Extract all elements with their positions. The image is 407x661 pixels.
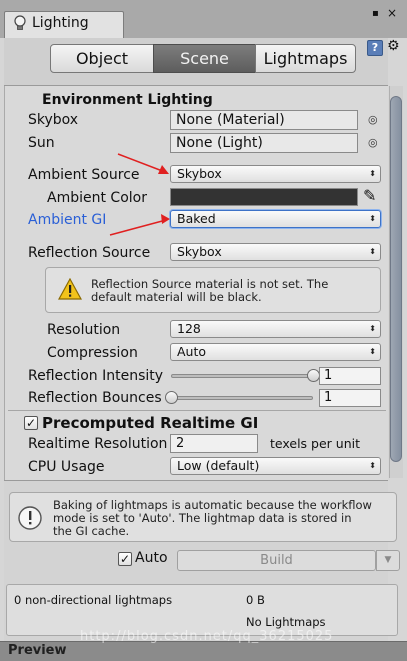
watermark-text: http://blog.csdn.net/qq_36215025 (80, 629, 334, 644)
gear-icon[interactable]: ⚙ (387, 38, 400, 54)
build-dropdown-arrow-icon[interactable]: ▼ (376, 550, 400, 571)
ambient-color-swatch[interactable] (170, 188, 358, 206)
warning-text-line-2: default material will be black. (91, 290, 262, 304)
reflection-intensity-slider[interactable] (171, 374, 313, 378)
reflection-bounces-field[interactable]: 1 (319, 389, 381, 407)
ambient-gi-dropdown[interactable]: Baked ⬍ (170, 210, 381, 228)
window-menu-icon[interactable]: ▪ (372, 8, 379, 20)
info-icon (18, 506, 42, 530)
ambient-gi-value: Baked (177, 211, 216, 226)
lightmap-count: 0 non-directional lightmaps (14, 593, 173, 607)
dropdown-arrow-icon: ⬍ (369, 247, 376, 256)
lightbulb-icon (14, 15, 26, 30)
ambient-source-value: Skybox (177, 166, 222, 181)
sun-field[interactable]: None (Light) (170, 133, 358, 153)
cpu-usage-label: CPU Usage (28, 459, 105, 475)
dropdown-arrow-icon: ⬍ (369, 324, 376, 333)
precomputed-gi-checkbox[interactable]: ✓ (24, 416, 38, 430)
resolution-value: 128 (177, 321, 201, 336)
sun-label: Sun (28, 135, 55, 151)
reflection-source-value: Skybox (177, 244, 222, 259)
ambient-source-label: Ambient Source (28, 167, 140, 183)
tab-lightmaps[interactable]: Lightmaps (255, 44, 356, 73)
scrollbar-thumb[interactable] (390, 96, 402, 462)
ambient-gi-label: Ambient GI (28, 212, 107, 228)
eyedropper-icon[interactable]: ✎ (363, 187, 376, 205)
resolution-dropdown[interactable]: 128 ⬍ (170, 320, 381, 338)
lightmap-size: 0 B (246, 593, 265, 607)
skybox-field[interactable]: None (Material) (170, 110, 358, 130)
close-icon[interactable]: × (387, 7, 397, 19)
info-text-line-3: the GI cache. (53, 524, 130, 538)
compression-value: Auto (177, 344, 207, 359)
ambient-source-dropdown[interactable]: Skybox ⬍ (170, 165, 381, 183)
reflection-bounces-label: Reflection Bounces (28, 390, 162, 406)
dropdown-arrow-icon: ⬍ (369, 214, 376, 223)
build-button[interactable]: Build (177, 550, 376, 571)
reflection-bounces-slider-knob[interactable] (164, 391, 178, 404)
auto-label: Auto (135, 550, 168, 566)
ambient-color-label: Ambient Color (47, 190, 147, 206)
preview-label: Preview (8, 643, 67, 658)
section-title-precomputed: Precomputed Realtime GI (42, 414, 259, 432)
realtime-resolution-unit: texels per unit (270, 436, 360, 451)
reflection-bounces-slider[interactable] (171, 396, 313, 400)
compression-dropdown[interactable]: Auto ⬍ (170, 343, 381, 361)
cpu-usage-value: Low (default) (177, 458, 260, 473)
reflection-intensity-label: Reflection Intensity (28, 368, 164, 384)
reflection-source-dropdown[interactable]: Skybox ⬍ (170, 243, 381, 261)
dropdown-arrow-icon: ⬍ (369, 169, 376, 178)
resolution-label: Resolution (47, 322, 121, 338)
skybox-label: Skybox (28, 112, 79, 128)
realtime-resolution-label: Realtime Resolution (28, 436, 168, 452)
section-divider (8, 410, 386, 411)
tab-title: Lighting (32, 15, 89, 31)
warning-icon (58, 278, 82, 300)
dropdown-arrow-icon: ⬍ (369, 461, 376, 470)
dropdown-arrow-icon: ⬍ (369, 347, 376, 356)
reflection-intensity-slider-knob[interactable] (306, 369, 320, 382)
help-book-icon[interactable]: ? (367, 40, 383, 56)
object-picker-icon[interactable]: ◎ (368, 114, 378, 126)
reflection-intensity-field[interactable]: 1 (319, 367, 381, 385)
section-title-environment: Environment Lighting (42, 92, 213, 108)
lightmap-status: No Lightmaps (246, 615, 326, 629)
object-picker-icon[interactable]: ◎ (368, 137, 378, 149)
reflection-source-label: Reflection Source (28, 245, 151, 261)
tab-object[interactable]: Object (50, 44, 154, 73)
realtime-resolution-field[interactable]: 2 (170, 434, 258, 453)
tab-scene[interactable]: Scene (153, 44, 256, 73)
auto-checkbox[interactable]: ✓ (118, 552, 132, 566)
compression-label: Compression (47, 345, 138, 361)
cpu-usage-dropdown[interactable]: Low (default) ⬍ (170, 457, 381, 475)
